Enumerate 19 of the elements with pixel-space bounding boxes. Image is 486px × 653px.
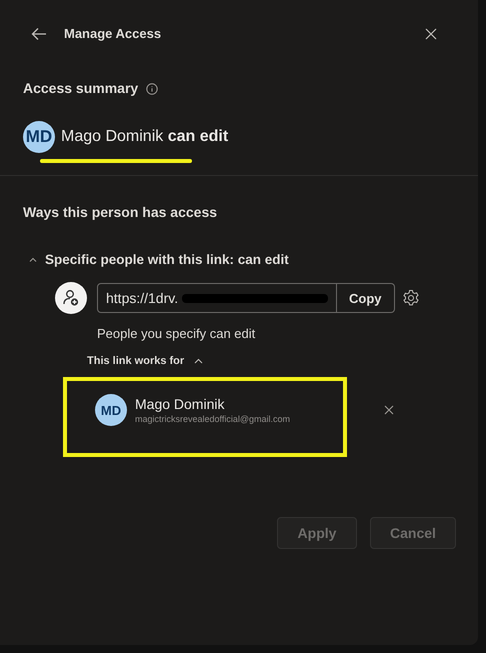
dialog-title: Manage Access [64, 25, 162, 44]
collapse-chevron-icon[interactable] [29, 256, 37, 264]
remove-button[interactable] [384, 405, 394, 416]
works-for-label: This link works for [87, 354, 184, 369]
settings-icon[interactable] [402, 289, 420, 308]
access-summary-text: Mago Dominik can edit [61, 127, 228, 147]
avatar: MD [95, 394, 127, 426]
collapse-chevron-icon[interactable] [194, 356, 204, 366]
section-heading: Access summary [23, 79, 138, 98]
person-name: Mago Dominik [135, 395, 226, 414]
copy-button[interactable]: Copy [337, 283, 394, 314]
person-email: magictricksrevealedofficial@gmail.com [135, 413, 292, 426]
close-button[interactable] [424, 27, 438, 41]
people-link-icon [55, 282, 87, 314]
info-icon[interactable] [146, 82, 158, 94]
link-title: Specific people with this link: can edit [45, 251, 289, 269]
avatar: MD [23, 121, 55, 153]
section-heading: Ways this person has access [22, 203, 218, 222]
link-description: People you specify can edit [96, 325, 256, 344]
